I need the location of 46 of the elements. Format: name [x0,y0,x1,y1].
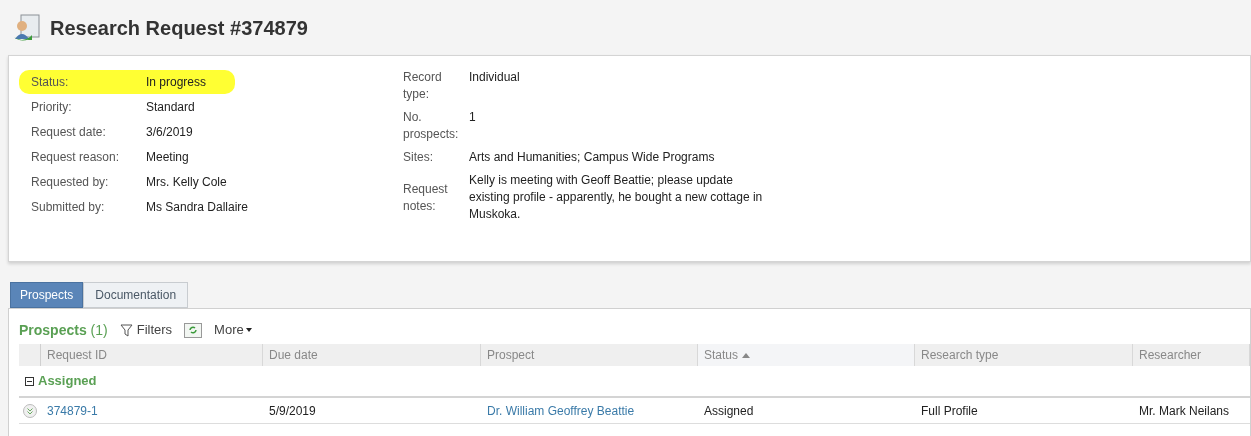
detail-label: No. prospects: [403,109,460,143]
detail-value: Kelly is meeting with Geoff Beattie; please update existing profile - apparently, he bought a new cottage in Muskoka. [469,172,764,223]
detail-label: Record type: [403,69,443,103]
column-header[interactable]: Research type [915,344,1133,366]
document-person-icon [12,12,42,43]
column-header[interactable]: Researcher [1133,344,1250,366]
table-cell: Mr. Mark Neilans [1139,403,1230,418]
detail-value: 1 [469,109,477,126]
detail-label: Submitted by: [31,199,106,215]
table-link[interactable]: Dr. William Geoffrey Beattie [487,403,635,418]
grid-title: Prospects (1) [19,320,108,340]
detail-value: In progress [146,74,207,90]
collapse-icon[interactable] [25,376,34,386]
sort-up-icon [742,352,751,358]
table-cell: Full Profile [921,403,978,418]
detail-value: Mrs. Kelly Cole [146,174,227,190]
detail-label: Priority: [31,99,73,115]
table-cell: Assigned [704,403,754,418]
detail-value: 3/6/2019 [146,124,193,140]
column-header[interactable]: Status [698,344,915,366]
group-label: Assigned [38,372,97,391]
column-header[interactable]: Request ID [41,344,263,366]
filters-button[interactable]: Filters [119,320,173,340]
refresh-button[interactable] [184,322,203,338]
table-link[interactable]: 374879-1 [47,403,98,418]
caret-icon [245,328,252,332]
tab[interactable]: Documentation [83,282,189,308]
filter-icon [119,323,133,337]
detail-label: Sites: [403,149,434,166]
refresh-icon [188,325,199,335]
detail-value: Arts and Humanities; Campus Wide Programs [469,149,716,166]
detail-value: Ms Sandra Dallaire [146,199,249,215]
expand-row-icon[interactable] [23,403,37,418]
detail-label: Requested by: [31,174,110,190]
page-title: Research Request #374879 [50,15,308,41]
tab[interactable]: Prospects [10,282,84,308]
detail-value: Individual [469,69,521,86]
detail-label: Status: [31,74,70,90]
detail-label: Request date: [31,124,107,140]
detail-value: Standard [146,99,195,115]
detail-label: Request reason: [31,149,121,165]
table-cell: 5/9/2019 [269,403,316,418]
column-header[interactable]: Due date [263,344,481,366]
more-menu[interactable]: More [214,320,252,340]
detail-label: Request notes: [403,180,449,215]
detail-value: Meeting [146,149,189,165]
